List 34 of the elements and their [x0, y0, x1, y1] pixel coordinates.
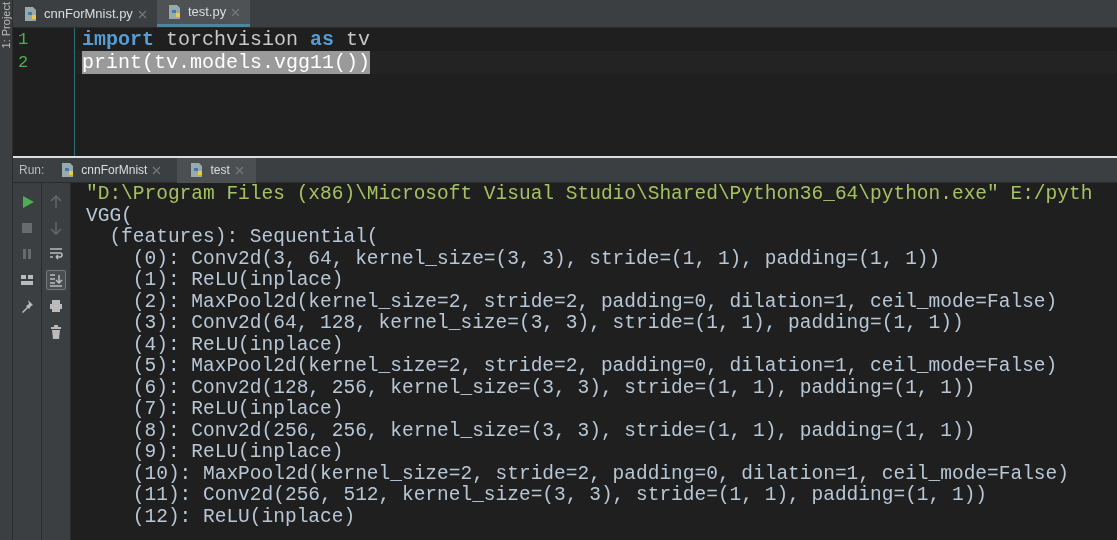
trash-icon[interactable]	[48, 324, 64, 340]
down-arrow-icon[interactable]	[48, 220, 64, 236]
up-arrow-icon[interactable]	[48, 194, 64, 210]
layout-icon[interactable]	[19, 272, 35, 288]
console-line: (4): ReLU(inplace)	[131, 334, 345, 356]
line-number: 1	[17, 29, 30, 51]
python-file-icon	[166, 4, 183, 20]
console-line: VGG(	[86, 205, 134, 227]
run-tab[interactable]: test	[177, 157, 256, 183]
console-line: (6): Conv2d(128, 256, kernel_size=(3, 3), stride=(1, 1), padding=(1, 1))	[131, 377, 977, 399]
console-line: (3): Conv2d(64, 128, kernel_size=(3, 3), stride=(1, 1), padding=(1, 1))	[131, 313, 965, 335]
console-line: (9): ReLU(inplace)	[131, 442, 345, 464]
stop-icon[interactable]	[19, 220, 35, 236]
python-file-icon	[23, 5, 39, 22]
run-tab[interactable]: cnnForMnist	[48, 157, 174, 183]
editor-tab[interactable]: test.py	[156, 0, 251, 27]
code-line: import torchvision as tv	[82, 28, 371, 51]
console-line: "D:\Program Files (x86)\Microsoft Visual Studio\Shared\Python36_64\python.exe" E:/pyth	[86, 184, 1094, 206]
console-line: (1): ReLU(inplace)	[131, 270, 345, 292]
console-line: (features): Sequential(	[108, 227, 380, 249]
console-line: (12): ReLU(inplace)	[131, 506, 357, 528]
print-icon[interactable]	[48, 298, 64, 314]
soft-wrap-icon[interactable]	[48, 246, 64, 262]
project-tool-tab[interactable]: 1: Project	[0, 2, 15, 49]
editor-tab[interactable]: cnnForMnist.py	[13, 0, 157, 27]
console-line: (5): MaxPool2d(kernel_size=2, stride=2, padding=0, dilation=1, ceil_mode=False)	[131, 356, 1059, 378]
console-line: (0): Conv2d(3, 64, kernel_size=(3, 3), stride=(1, 1), padding=(1, 1))	[131, 248, 942, 270]
console-line: (10): MaxPool2d(kernel_size=2, stride=2, padding=0, dilation=1, ceil_mode=False)	[131, 463, 1070, 485]
console-line: (7): ReLU(inplace)	[131, 399, 345, 421]
console-line: (11): Conv2d(256, 512, kernel_size=(3, 3), stride=(1, 1), padding=(1, 1))	[131, 485, 989, 507]
run-label: Run:	[19, 162, 45, 179]
console-line: (8): Conv2d(256, 256, kernel_size=(3, 3), stride=(1, 1), padding=(1, 1))	[131, 420, 977, 442]
console-line: (2): MaxPool2d(kernel_size=2, stride=2, padding=0, dilation=1, ceil_mode=False)	[131, 291, 1059, 313]
line-number: 2	[17, 52, 30, 74]
